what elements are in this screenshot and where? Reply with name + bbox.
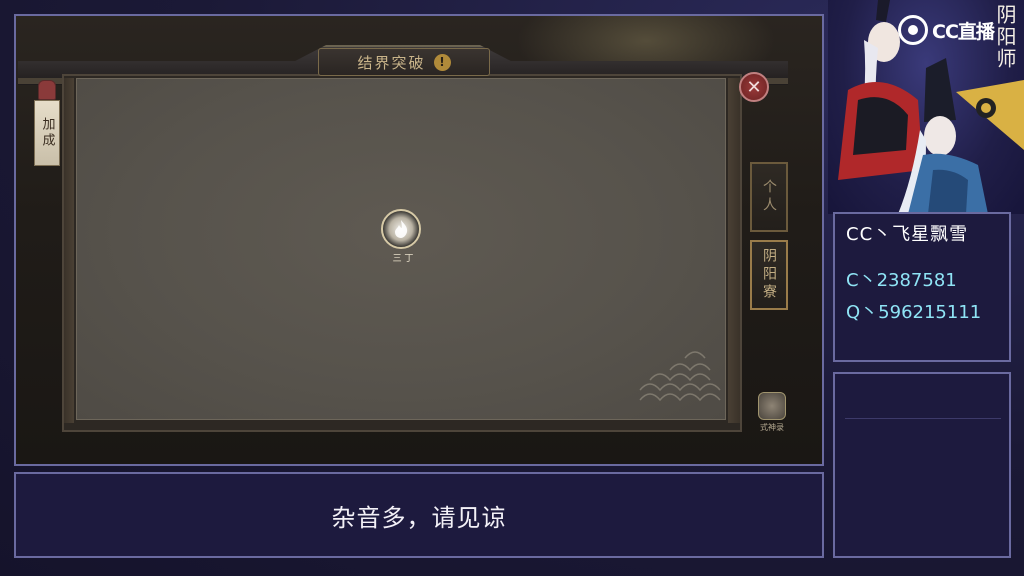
panel-divider [845, 418, 1001, 419]
cc-room-id: C丶2387581 [846, 270, 957, 291]
wave-pattern-decoration [639, 351, 721, 402]
spirit-flame-icon [395, 220, 408, 238]
barrier-target-marker[interactable] [381, 209, 421, 249]
cc-logo-icon [898, 15, 928, 45]
window-title-plate: 结界突破 ! [318, 48, 490, 76]
qq-id: Q丶596215111 [846, 302, 982, 323]
platform-logo-text: CC直播 [932, 20, 995, 43]
info-icon[interactable]: ! [433, 53, 451, 71]
barrier-marker-label: 三 丁 [392, 254, 414, 264]
map-scroll-left-edge [64, 78, 74, 423]
shikigami-record-button[interactable]: 式神录 [752, 392, 792, 440]
close-button[interactable]: ✕ [739, 72, 769, 102]
caption-panel: 杂音多，请见谅 [14, 472, 824, 558]
buff-tab-ornament-icon [38, 80, 56, 100]
shikigami-record-label: 式神录 [760, 423, 784, 432]
streamer-name: CC丶飞星飘雪 [846, 224, 969, 245]
fox-mask-icon [758, 392, 786, 420]
empty-side-panel [833, 372, 1011, 558]
tab-personal[interactable]: 个人 [750, 162, 788, 232]
tab-guild[interactable]: 阴阳寮 [750, 240, 788, 310]
window-title: 结界突破 [357, 53, 426, 72]
caption-text: 杂音多，请见谅 [331, 503, 507, 532]
buff-tab-button[interactable]: 加成 [34, 100, 60, 166]
game-logo: 阴阳师 [993, 4, 1017, 70]
barrier-map[interactable] [76, 78, 726, 420]
